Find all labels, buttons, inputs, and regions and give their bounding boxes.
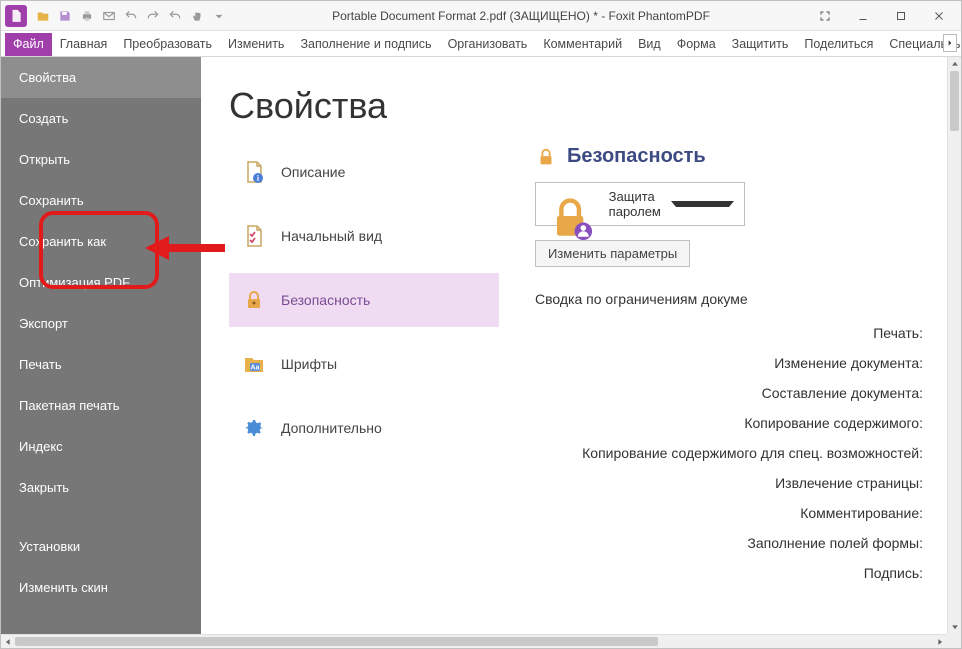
scrollbar-corner <box>947 634 961 648</box>
security-method-select[interactable]: Защита паролем <box>535 182 745 226</box>
file-menu-index[interactable]: Индекс <box>1 426 201 467</box>
file-menu-optimize[interactable]: Оптимизация PDF <box>1 262 201 303</box>
props-nav-label: Шрифты <box>281 356 337 372</box>
file-menu-close[interactable]: Закрыть <box>1 467 201 508</box>
tab-home[interactable]: Главная <box>52 33 116 56</box>
properties-content: Свойства i Описание Начальный вид Безопа… <box>201 57 947 634</box>
undo-icon[interactable] <box>121 6 141 26</box>
page-title: Свойства <box>229 85 923 127</box>
scroll-left-icon[interactable] <box>1 635 15 648</box>
redo-icon[interactable] <box>143 6 163 26</box>
tab-edit[interactable]: Изменить <box>220 33 292 56</box>
vertical-scrollbar[interactable] <box>947 57 961 634</box>
restriction-row: Заполнение полей формы: <box>747 535 923 551</box>
app-window: Portable Document Format 2.pdf (ЗАЩИЩЕНО… <box>0 0 962 649</box>
file-menu-open[interactable]: Открыть <box>1 139 201 180</box>
svg-text:Aa: Aa <box>251 365 260 372</box>
main-area: Свойства Создать Открыть Сохранить Сохра… <box>1 57 947 634</box>
props-nav-fonts[interactable]: Aa Шрифты <box>229 337 499 391</box>
svg-text:i: i <box>257 174 259 183</box>
properties-layout: i Описание Начальный вид Безопасность Aa… <box>229 145 923 626</box>
minimize-icon[interactable] <box>851 6 875 26</box>
open-icon[interactable] <box>33 6 53 26</box>
ribbon-scroll-right-icon[interactable] <box>943 34 957 52</box>
window-title: Portable Document Format 2.pdf (ЗАЩИЩЕНО… <box>229 9 813 23</box>
lock-user-icon <box>546 194 599 214</box>
props-nav-label: Описание <box>281 164 345 180</box>
chevron-down-icon <box>671 201 734 207</box>
security-heading: Безопасность <box>535 145 923 168</box>
quick-access-toolbar <box>33 6 229 26</box>
file-menu-sidebar: Свойства Создать Открыть Сохранить Сохра… <box>1 57 201 634</box>
scroll-right-icon[interactable] <box>933 635 947 648</box>
file-menu-create[interactable]: Создать <box>1 98 201 139</box>
tab-protect[interactable]: Защитить <box>724 33 797 56</box>
restriction-row: Извлечение страницы: <box>775 475 923 491</box>
file-menu-saveas[interactable]: Сохранить как <box>1 221 201 262</box>
file-menu-skin[interactable]: Изменить скин <box>1 567 201 608</box>
security-method-value: Защита паролем <box>609 189 662 219</box>
props-nav-label: Начальный вид <box>281 228 382 244</box>
security-panel: Безопасность Защита паролем Изменить пар… <box>535 145 923 626</box>
qat-more-icon[interactable] <box>209 6 229 26</box>
security-restrictions-table: Печать: Изменение документа: Составление… <box>535 325 923 581</box>
security-summary-title: Сводка по ограничениям докуме <box>535 291 923 307</box>
security-heading-text: Безопасность <box>567 145 706 168</box>
restriction-row: Изменение документа: <box>774 355 923 371</box>
checklist-icon <box>241 223 267 249</box>
hand-tool-icon[interactable] <box>187 6 207 26</box>
window-controls <box>813 6 957 26</box>
ribbon-tabs: Файл Главная Преобразовать Изменить Запо… <box>1 31 961 57</box>
restriction-row: Копирование содержимого для спец. возмож… <box>582 445 923 461</box>
file-menu-settings[interactable]: Установки <box>1 526 201 567</box>
props-nav-description[interactable]: i Описание <box>229 145 499 199</box>
email-icon[interactable] <box>99 6 119 26</box>
restriction-row: Составление документа: <box>762 385 923 401</box>
props-nav-label: Безопасность <box>281 292 370 308</box>
restriction-row: Копирование содержимого: <box>744 415 923 431</box>
fullscreen-icon[interactable] <box>813 6 837 26</box>
props-nav-initialview[interactable]: Начальный вид <box>229 209 499 263</box>
scroll-track[interactable] <box>15 635 933 648</box>
restriction-row: Подпись: <box>864 565 923 581</box>
tab-comment[interactable]: Комментарий <box>535 33 630 56</box>
maximize-icon[interactable] <box>889 6 913 26</box>
props-nav-label: Дополнительно <box>281 420 382 436</box>
tab-fillsign[interactable]: Заполнение и подпись <box>292 33 439 56</box>
lock-icon <box>535 146 557 168</box>
props-nav-advanced[interactable]: Дополнительно <box>229 401 499 455</box>
properties-nav: i Описание Начальный вид Безопасность Aa… <box>229 145 499 626</box>
tab-share[interactable]: Поделиться <box>796 33 881 56</box>
file-menu-save[interactable]: Сохранить <box>1 180 201 221</box>
restriction-row: Печать: <box>873 325 923 341</box>
print-icon[interactable] <box>77 6 97 26</box>
scroll-up-icon[interactable] <box>948 57 961 71</box>
scroll-thumb[interactable] <box>15 637 658 646</box>
change-params-button[interactable]: Изменить параметры <box>535 240 690 267</box>
app-logo-icon <box>5 5 27 27</box>
lock-icon <box>241 287 267 313</box>
tab-view[interactable]: Вид <box>630 33 669 56</box>
tab-organize[interactable]: Организовать <box>440 33 536 56</box>
page-info-icon: i <box>241 159 267 185</box>
file-menu-export[interactable]: Экспорт <box>1 303 201 344</box>
undo-dropdown-icon[interactable] <box>165 6 185 26</box>
props-nav-security[interactable]: Безопасность <box>229 273 499 327</box>
horizontal-scrollbar[interactable] <box>1 634 947 648</box>
file-menu-batchprint[interactable]: Пакетная печать <box>1 385 201 426</box>
tab-file[interactable]: Файл <box>5 33 52 56</box>
scroll-thumb[interactable] <box>950 71 959 131</box>
fonts-folder-icon: Aa <box>241 351 267 377</box>
titlebar: Portable Document Format 2.pdf (ЗАЩИЩЕНО… <box>1 1 961 31</box>
tab-form[interactable]: Форма <box>669 33 724 56</box>
close-icon[interactable] <box>927 6 951 26</box>
restriction-row: Комментирование: <box>800 505 923 521</box>
file-menu-print[interactable]: Печать <box>1 344 201 385</box>
save-icon[interactable] <box>55 6 75 26</box>
scroll-down-icon[interactable] <box>948 620 961 634</box>
file-menu-properties[interactable]: Свойства <box>1 57 201 98</box>
tab-convert[interactable]: Преобразовать <box>115 33 220 56</box>
gear-icon <box>241 415 267 441</box>
